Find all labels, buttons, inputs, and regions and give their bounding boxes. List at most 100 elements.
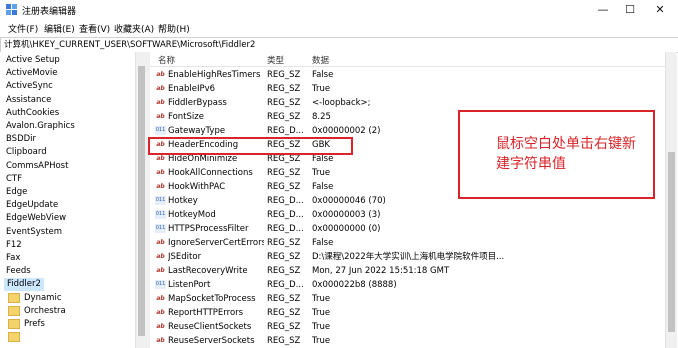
value-name: FontSize [168,112,204,122]
menu-help[interactable]: 帮助(H) [158,22,190,35]
value-type: REG_SZ [267,238,301,248]
address-bar[interactable]: 计算机\HKEY_CURRENT_USER\SOFTWARE\Microsoft… [0,37,678,53]
table-row[interactable]: ab JSEditor REG_SZ D:\课程\2022年大学实训\上海机电学院软件… [150,250,665,264]
table-row[interactable]: 011 HTTPSProcessFilter REG_D... 0x00000000 … [150,222,665,236]
value-type: REG_D... [267,196,304,206]
tree-item-fiddler2-selected[interactable]: Fiddler2 [4,278,44,291]
menu-favorites[interactable]: 收藏夹(A) [114,22,154,35]
tree-item[interactable]: Clipboard [6,146,47,159]
value-name: Hotkey [168,196,198,206]
binary-value-icon: 011 [155,224,166,233]
annotation-text: 鼠标空白处单击右键新建字符串值 [496,136,636,172]
tree-subfolder-label: Orchestra [24,306,66,316]
string-value-icon: ab [156,183,165,190]
binary-value-icon: 011 [155,210,166,219]
table-row[interactable]: ab ReuseClientSockets REG_SZ True [150,320,665,334]
menu-bar: 文件(F) 编辑(E) 查看(V) 收藏夹(A) 帮助(H) [0,20,678,36]
value-name: EnableHighResTimers [168,70,261,80]
string-value-icon: ab [156,71,165,78]
tree-item[interactable]: Active Setup [6,54,60,67]
tree-item[interactable]: BSDDir [6,133,36,146]
value-type: REG_SZ [267,294,301,304]
tree-item[interactable]: Fax [6,252,20,265]
tree-item[interactable]: CTF [6,173,22,186]
string-value-icon: ab [156,309,165,316]
string-value-icon: ab [156,113,165,120]
value-data: 0x00000000 (0) [312,224,381,234]
scrollbar-thumb[interactable] [668,152,675,332]
window-title: 注册表编辑器 [22,7,77,17]
tree-item[interactable]: CommsAPHost [6,160,68,173]
value-name: EnableIPv6 [168,84,216,94]
value-name: MapSocketToProcess [168,294,256,304]
string-value-icon: ab [156,323,165,330]
tree-item[interactable]: Avalon.Graphics [6,120,75,133]
values-list: 名称 类型 数据 ab EnableHighResTimers REG_SZ Fals… [150,52,665,348]
string-value-icon: ab [156,253,165,260]
list-scrollbar[interactable] [665,52,677,348]
value-name: HTTPSProcessFilter [168,224,249,234]
folder-icon [8,318,20,329]
table-row[interactable]: ab EnableIPv6 REG_SZ True [150,82,665,96]
value-type: REG_D... [267,126,304,136]
table-row[interactable]: 011 ListenPort REG_D... 0x000022b8 (8888) [150,278,665,292]
menu-edit[interactable]: 编辑(E) [44,22,75,35]
key-tree: Active Setup ActiveMovie ActiveSync Assi… [0,52,147,348]
table-row[interactable]: ab LastRecoveryWrite REG_SZ Mon, 27 Jun 202… [150,264,665,278]
value-name: ReportHTTPErrors [168,308,244,318]
tree-item[interactable]: EdgeWebView [6,212,66,225]
table-row[interactable]: ab EnableHighResTimers REG_SZ False [150,68,665,82]
table-row[interactable]: ab ReuseServerSockets REG_SZ True [150,334,665,348]
tree-subfolder-label: Dynamic [24,293,62,303]
table-row[interactable]: ab MapSocketToProcess REG_SZ True [150,292,665,306]
table-row[interactable]: ab FiddlerBypass REG_SZ <-loopback>; [150,96,665,110]
column-type[interactable]: 类型 [267,54,284,66]
tree-item[interactable]: Feeds [6,265,31,278]
menu-view[interactable]: 查看(V) [79,22,110,35]
value-data: True [312,322,331,332]
column-name[interactable]: 名称 [158,54,175,66]
value-type: REG_SZ [267,84,301,94]
string-value-icon: ab [156,267,165,274]
list-header: 名称 类型 数据 [150,52,665,67]
value-data: Mon, 27 Jun 2022 15:51:18 GMT [312,266,450,276]
table-row[interactable]: 011 HotkeyMod REG_D... 0x00000003 (3) [150,208,665,222]
tree-subfolder-label: Prefs [24,319,45,329]
tree-item[interactable]: ActiveSync [6,80,53,93]
value-name: HookAllConnections [168,168,253,178]
table-row[interactable]: ab IgnoreServerCertErrors REG_SZ False [150,236,665,250]
value-type: REG_SZ [267,70,301,80]
tree-item[interactable]: F12 [6,239,22,252]
tree-item[interactable]: ActiveMovie [6,67,57,80]
tree-subfolder[interactable]: Prefs [8,318,45,331]
tree-item[interactable]: Edge [6,186,27,199]
tree-item[interactable]: EventSystem [6,226,62,239]
table-row[interactable]: ab ReportHTTPErrors REG_SZ True [150,306,665,320]
tree-scrollbar[interactable] [135,52,147,348]
column-data[interactable]: 数据 [312,54,329,66]
tree-subfolder[interactable]: Orchestra [8,305,66,318]
tree-subfolder[interactable]: Dynamic [8,292,62,305]
value-type: REG_SZ [267,322,301,332]
value-data: True [312,84,331,94]
string-value-icon: ab [156,169,165,176]
tree-item[interactable]: AuthCookies [6,107,59,120]
value-name: JSEditor [168,252,202,262]
value-type: REG_SZ [267,112,301,122]
string-value-icon: ab [156,337,165,344]
close-button[interactable]: ✕ [642,0,678,20]
string-value-icon: ab [156,155,165,162]
tree-item[interactable]: Assistance [6,94,51,107]
value-type: REG_SZ [267,336,301,346]
menu-file[interactable]: 文件(F) [8,22,38,35]
value-name: ListenPort [168,280,211,290]
value-type: REG_SZ [267,252,301,262]
string-value-icon: ab [156,85,165,92]
header-encoding-highlight [148,137,353,155]
string-value-icon: ab [156,239,165,246]
value-name: FiddlerBypass [168,98,227,108]
value-data: 0x00000003 (3) [312,210,381,220]
tree-subfolder[interactable] [8,331,24,344]
scrollbar-thumb[interactable] [138,66,145,336]
tree-item[interactable]: EdgeUpdate [6,199,58,212]
